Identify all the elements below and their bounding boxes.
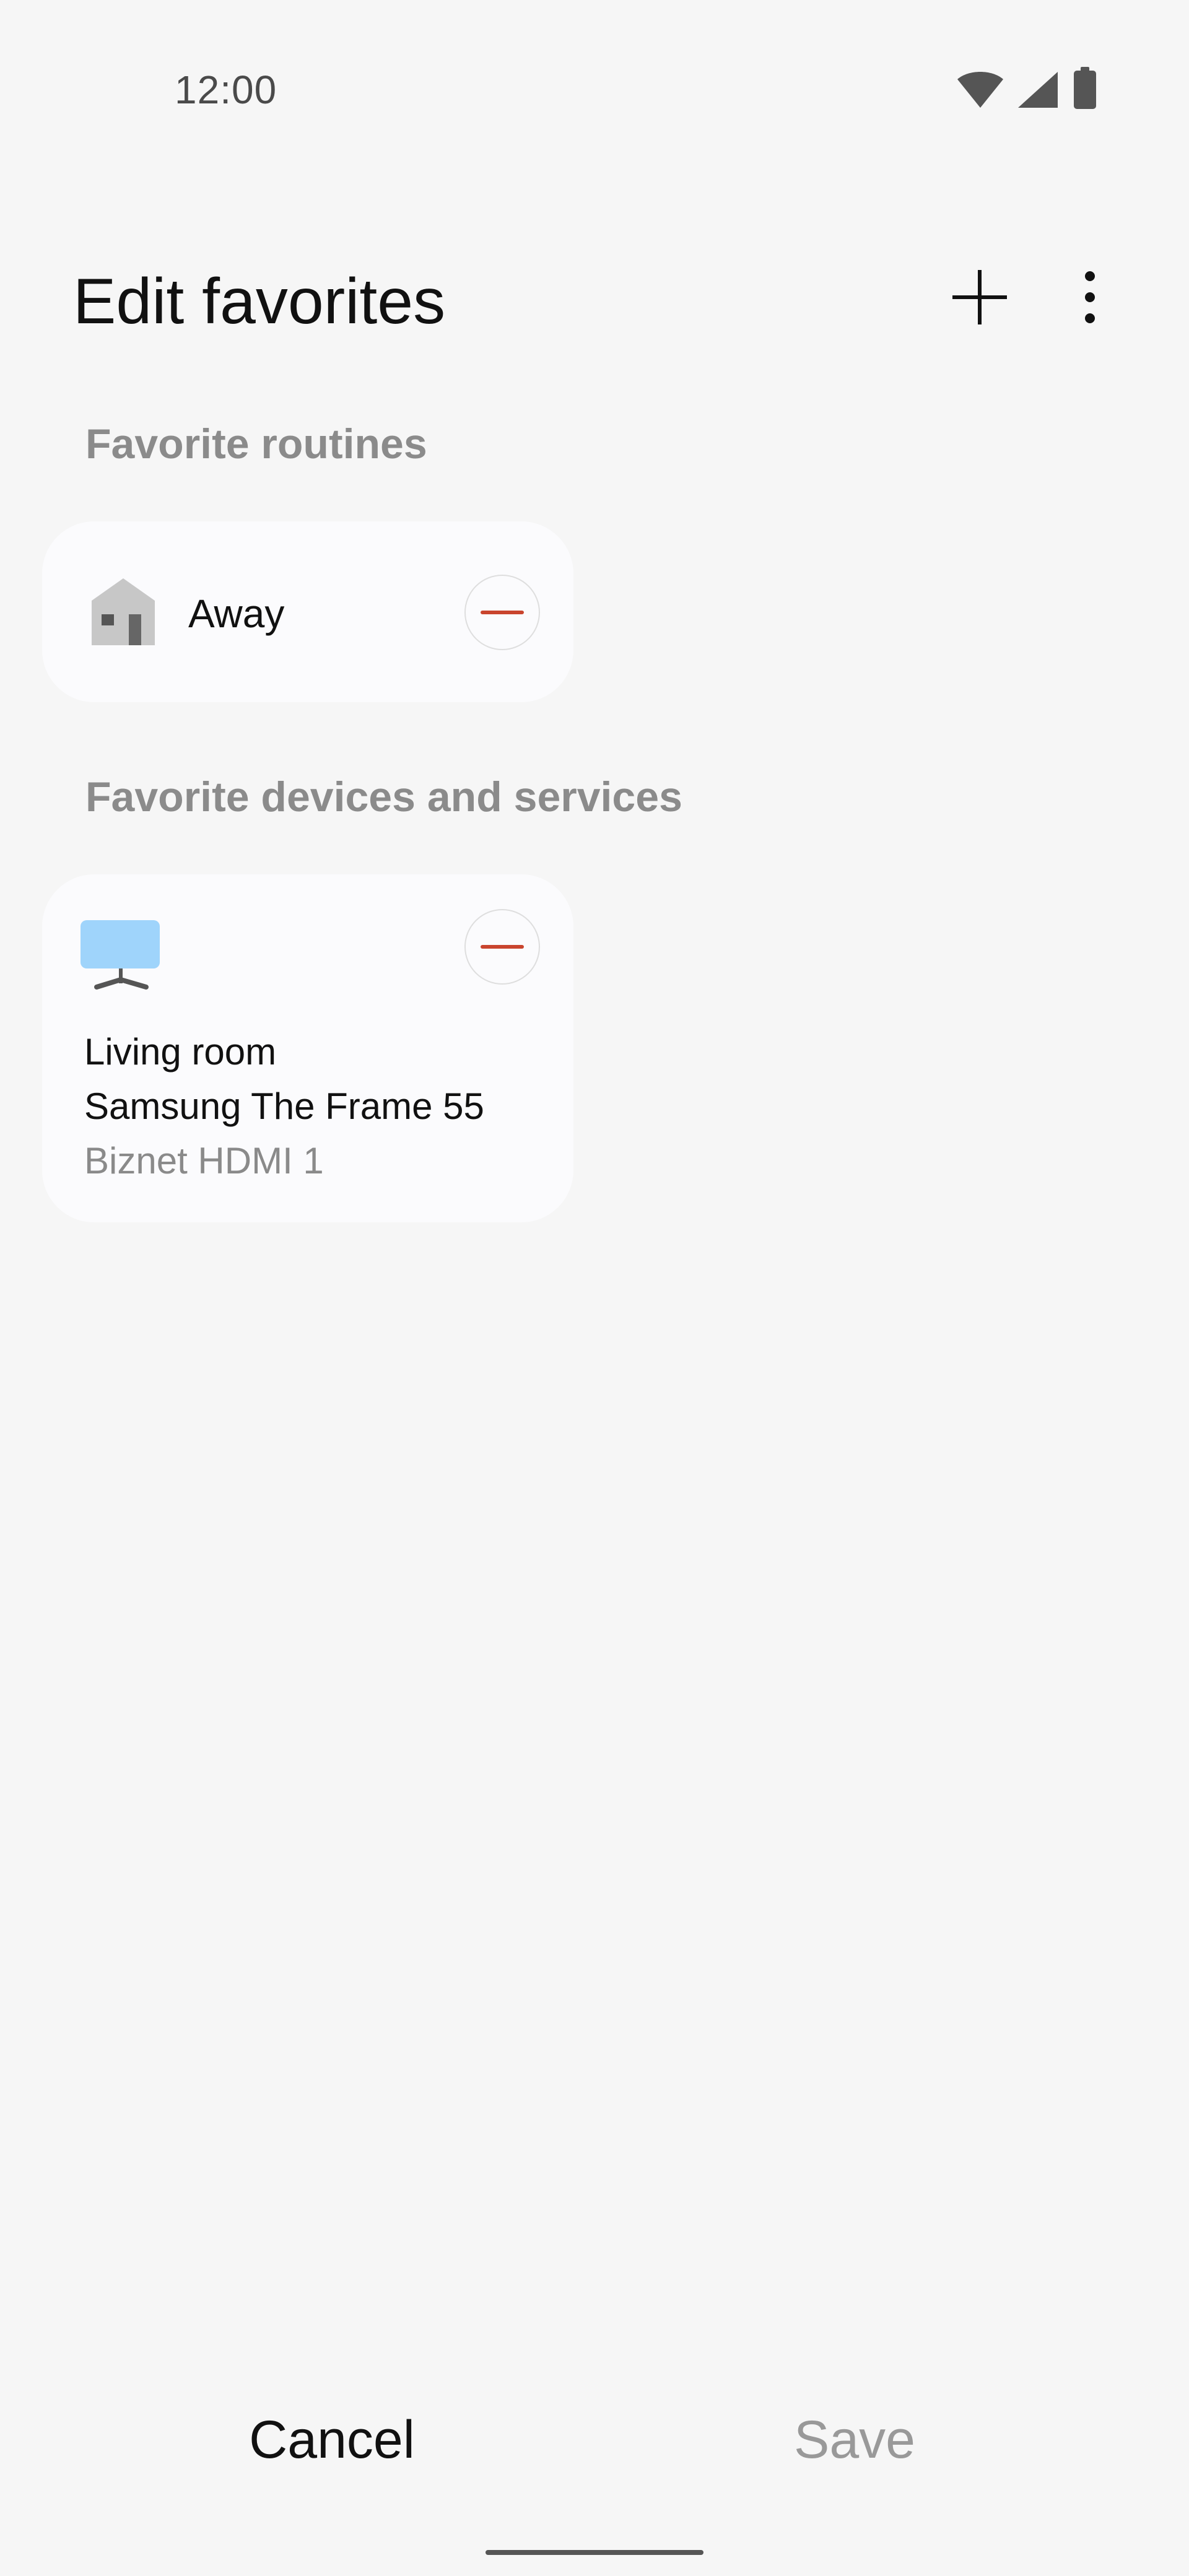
home-indicator[interactable] [486, 2550, 703, 2555]
battery-icon [1074, 67, 1096, 109]
save-button[interactable]: Save [638, 2390, 1071, 2489]
routine-label: Away [188, 591, 285, 636]
header: Edit favorites [0, 242, 1189, 353]
tv-icon [81, 920, 160, 990]
device-card-samsung-the-frame[interactable]: Living room Samsung The Frame 55 Biznet … [42, 874, 573, 1222]
signal-icon [1018, 72, 1058, 108]
more-options-button[interactable] [1047, 254, 1133, 341]
status-icons [938, 67, 1136, 113]
device-name: Samsung The Frame 55 [84, 1086, 484, 1127]
remove-device-button[interactable] [464, 909, 540, 985]
bottom-action-bar: Cancel Save [0, 2390, 1189, 2489]
favorite-routines-heading: Favorite routines [85, 420, 427, 468]
remove-routine-button[interactable] [464, 575, 540, 650]
page-title: Edit favorites [73, 266, 446, 337]
device-source: Biznet HDMI 1 [84, 1140, 324, 1181]
routine-card-away[interactable]: Away [42, 521, 573, 702]
device-room: Living room [84, 1031, 277, 1073]
favorite-devices-heading: Favorite devices and services [85, 773, 682, 820]
house-icon [92, 578, 155, 645]
plus-icon [952, 270, 1007, 324]
wifi-icon [957, 72, 1003, 108]
cancel-button[interactable]: Cancel [115, 2390, 549, 2489]
add-button[interactable] [936, 254, 1023, 341]
status-bar: 12:00 [0, 0, 1189, 186]
status-time: 12:00 [175, 67, 277, 112]
more-vert-icon [1085, 271, 1095, 323]
